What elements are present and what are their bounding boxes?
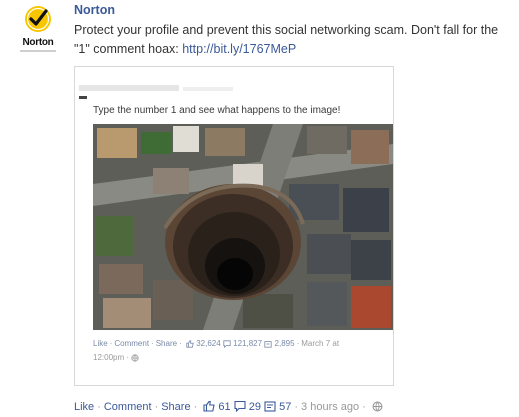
likes-count[interactable]: 61: [218, 401, 230, 413]
blurred-text: [79, 85, 179, 91]
blurred-text: [183, 87, 233, 91]
avatar-brand-label: Norton: [22, 37, 54, 48]
shared-photo-header: Type the number 1 and see what happens t…: [75, 67, 393, 117]
shares-count[interactable]: 57: [279, 401, 291, 413]
inner-comment-link[interactable]: Comment: [114, 339, 149, 348]
checkmark-seal-icon: [25, 6, 51, 32]
thumbs-up-icon: [203, 400, 215, 412]
shared-photo-actions: Like · Comment · Share · 32,624 121,827 2,895…: [93, 339, 340, 348]
author-name[interactable]: Norton: [74, 3, 115, 17]
inner-shares-count[interactable]: 2,895: [275, 339, 295, 348]
inner-like-link[interactable]: Like: [93, 339, 108, 348]
inner-date[interactable]: March 7 at: [301, 339, 339, 348]
thumbs-up-icon: [186, 340, 194, 348]
blurred-mark: [79, 96, 87, 99]
avatar[interactable]: Norton: [14, 4, 62, 56]
share-icon: [264, 341, 272, 348]
post-link[interactable]: http://bit.ly/1767MeP: [182, 42, 296, 56]
share-link[interactable]: Share: [161, 401, 190, 413]
inner-timestamp: 12:00pm ·: [93, 353, 139, 362]
comment-bubble-icon: [234, 400, 246, 412]
globe-icon: [131, 354, 139, 362]
shared-photo-caption: Type the number 1 and see what happens t…: [93, 105, 341, 116]
like-link[interactable]: Like: [74, 401, 94, 413]
inner-comments-count[interactable]: 121,827: [233, 339, 262, 348]
comments-count[interactable]: 29: [249, 401, 261, 413]
inner-time[interactable]: 12:00pm: [93, 353, 124, 362]
post-text: Protect your profile and prevent this so…: [74, 21, 509, 59]
sinkhole-photo-art: [93, 124, 393, 330]
post-action-bar: Like · Comment · Share · 61 29 57 · 3 hours ago…: [74, 400, 383, 413]
sinkhole-photo[interactable]: [93, 124, 393, 330]
comment-bubble-icon: [223, 340, 231, 348]
avatar-tagline: [20, 50, 56, 52]
post-timestamp[interactable]: 3 hours ago: [301, 401, 359, 413]
inner-likes-count[interactable]: 32,624: [196, 339, 220, 348]
shared-photo-card[interactable]: Type the number 1 and see what happens t…: [74, 66, 394, 386]
share-icon: [264, 401, 276, 412]
globe-icon: [372, 401, 383, 412]
comment-link[interactable]: Comment: [104, 401, 152, 413]
inner-share-link[interactable]: Share: [156, 339, 177, 348]
